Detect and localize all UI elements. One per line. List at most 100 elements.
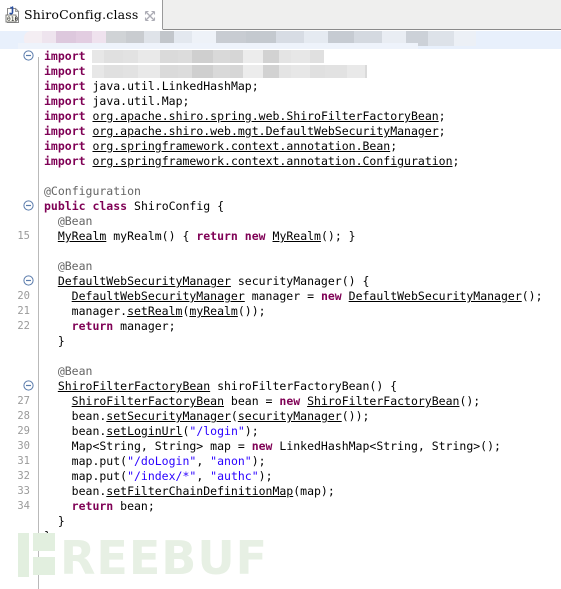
code-line[interactable]: DefaultWebSecurityManager securityManage… (0, 274, 561, 289)
code-token-identifier: org.apache.shiro.spring.web.ShiroFilterF… (92, 109, 439, 123)
code-line[interactable]: 27 ShiroFilterFactoryBean bean = new Shir… (0, 394, 561, 409)
code-line[interactable]: @Bean (0, 259, 561, 274)
line-number: 31 (17, 455, 30, 467)
code-token-identifier: DefaultWebSecurityManager (348, 289, 522, 303)
code-line-text: bean.setSecurityManager(securityManager(… (72, 409, 370, 424)
code-token-plain: ); (258, 469, 273, 483)
code-token-plain: ; (438, 109, 446, 123)
code-line[interactable]: } (0, 334, 561, 349)
code-line-text: } (58, 514, 65, 529)
code-line-text: @Bean (58, 259, 93, 274)
code-token-str: "/doLogin" (127, 454, 197, 468)
line-number: 27 (17, 395, 30, 407)
fold-collapse-icon[interactable] (23, 200, 34, 211)
code-line[interactable]: import org.springframework.context.annot… (0, 139, 561, 154)
code-token-plain: } (57, 334, 65, 348)
code-line-text: import org.apache.shiro.spring.web.Shiro… (44, 109, 446, 124)
code-line-text: bean.setFilterChainDefinitionMap(map); (72, 484, 335, 499)
code-line[interactable]: 28 bean.setSecurityManager(securityManage… (0, 409, 561, 424)
code-line[interactable]: import org.apache.shiro.spring.web.Shiro… (0, 109, 561, 124)
code-token-identifier: DefaultWebSecurityManager (57, 274, 231, 288)
code-token-identifier: MyRealm (272, 229, 321, 243)
code-token-kw: return (196, 229, 238, 243)
code-token-plain: } (57, 514, 65, 528)
code-token-plain: java.util.LinkedHashMap; (92, 79, 259, 93)
code-token-kw: new (320, 289, 342, 303)
code-line[interactable]: import java.util.Map; (0, 94, 561, 109)
code-line-text: } (44, 529, 51, 544)
code-line[interactable]: 34 return bean; (0, 499, 561, 514)
code-token-kw: import (44, 94, 86, 108)
code-line[interactable] (0, 169, 561, 184)
code-token-plain: bean. (71, 424, 107, 438)
code-line[interactable]: @Bean (0, 364, 561, 379)
code-token-plain: ( (230, 409, 238, 423)
code-line[interactable]: import org.apache.shiro.web.mgt.DefaultW… (0, 124, 561, 139)
code-editor-area[interactable]: import import import java.util.LinkedHas… (0, 49, 561, 589)
line-number: 34 (17, 500, 30, 512)
code-line[interactable]: import java.util.LinkedHashMap; (0, 79, 561, 94)
code-line-text: import org.apache.shiro.web.mgt.DefaultW… (44, 124, 446, 139)
editor-tab-shiroconfig[interactable]: 010 ShiroConfig.class (0, 0, 163, 30)
svg-text:010: 010 (7, 16, 18, 23)
code-token-plain: map.put( (71, 454, 128, 468)
code-token-kw: new (251, 439, 273, 453)
code-line[interactable]: ShiroFilterFactoryBean shiroFilterFactor… (0, 379, 561, 394)
code-token-plain: manager = (244, 289, 321, 303)
code-token-kw: public class (44, 199, 128, 213)
code-token-plain: LinkedHashMap<String, String>(); (272, 439, 501, 453)
code-line[interactable]: 15 MyRealm myRealm() { return new MyRealm… (0, 229, 561, 244)
code-line[interactable]: public class ShiroConfig { (0, 199, 561, 214)
code-line[interactable]: } (0, 529, 561, 544)
code-token-identifier: setLoginUrl (106, 424, 183, 438)
line-number: 29 (17, 425, 30, 437)
source-code[interactable]: import import import java.util.LinkedHas… (0, 49, 561, 589)
code-token-plain: ; (452, 154, 460, 168)
code-line-text: return manager; (72, 319, 176, 334)
code-line[interactable]: 31 map.put("/doLogin", "anon"); (0, 454, 561, 469)
code-line[interactable]: import org.springframework.context.annot… (0, 154, 561, 169)
code-line-text: } (58, 334, 65, 349)
code-token-plain: (); } (320, 229, 356, 243)
close-icon[interactable] (144, 9, 156, 21)
fold-collapse-icon[interactable] (23, 380, 34, 391)
code-line[interactable]: 22 return manager; (0, 319, 561, 334)
code-line-text: @Bean (58, 214, 93, 229)
code-line[interactable]: import (0, 49, 561, 64)
fold-collapse-icon[interactable] (23, 50, 34, 61)
code-token-identifier: org.apache.shiro.web.mgt.DefaultWebSecur… (92, 124, 439, 138)
code-line[interactable]: 29 bean.setLoginUrl("/login"); (0, 424, 561, 439)
code-line[interactable]: 21 manager.setRealm(myRealm()); (0, 304, 561, 319)
code-line[interactable] (0, 244, 561, 259)
code-token-plain: bean; (113, 499, 155, 513)
code-line[interactable] (0, 349, 561, 364)
code-token-kw: new (244, 229, 266, 243)
code-line-text: import java.util.Map; (44, 94, 189, 109)
code-token-identifier: MyRealm (57, 229, 107, 243)
code-token-plain: myRealm() { (106, 229, 197, 243)
code-line[interactable]: } (0, 514, 561, 529)
code-line-text: manager.setRealm(myRealm()); (72, 304, 266, 319)
code-line-text: import (44, 49, 325, 64)
fold-collapse-icon[interactable] (23, 275, 34, 286)
code-line[interactable]: @Configuration (0, 184, 561, 199)
code-line[interactable]: 20 DefaultWebSecurityManager manager = ne… (0, 289, 561, 304)
code-line[interactable]: 30 Map<String, String> map = new LinkedHa… (0, 439, 561, 454)
code-token-kw: import (44, 124, 86, 138)
code-line-text: MyRealm myRealm() { return new MyRealm()… (58, 229, 356, 244)
code-token-ann: @Bean (57, 259, 93, 273)
code-line-text: @Configuration (44, 184, 141, 199)
code-token-identifier: org.springframework.context.annotation.B… (92, 139, 391, 153)
code-line-text: import org.springframework.context.annot… (44, 139, 397, 154)
code-line[interactable]: import (0, 64, 561, 79)
code-token-plain: bean. (71, 484, 107, 498)
line-number: 30 (17, 440, 30, 452)
code-line[interactable]: 32 map.put("/index/*", "authc"); (0, 469, 561, 484)
code-token-plain: } (44, 529, 51, 543)
code-line[interactable]: @Bean (0, 214, 561, 229)
code-line[interactable]: 33 bean.setFilterChainDefinitionMap(map); (0, 484, 561, 499)
code-token-kw: return (71, 319, 114, 333)
code-token-identifier: ShiroFilterFactoryBean (71, 394, 224, 408)
redacted-text-block (92, 50, 325, 63)
